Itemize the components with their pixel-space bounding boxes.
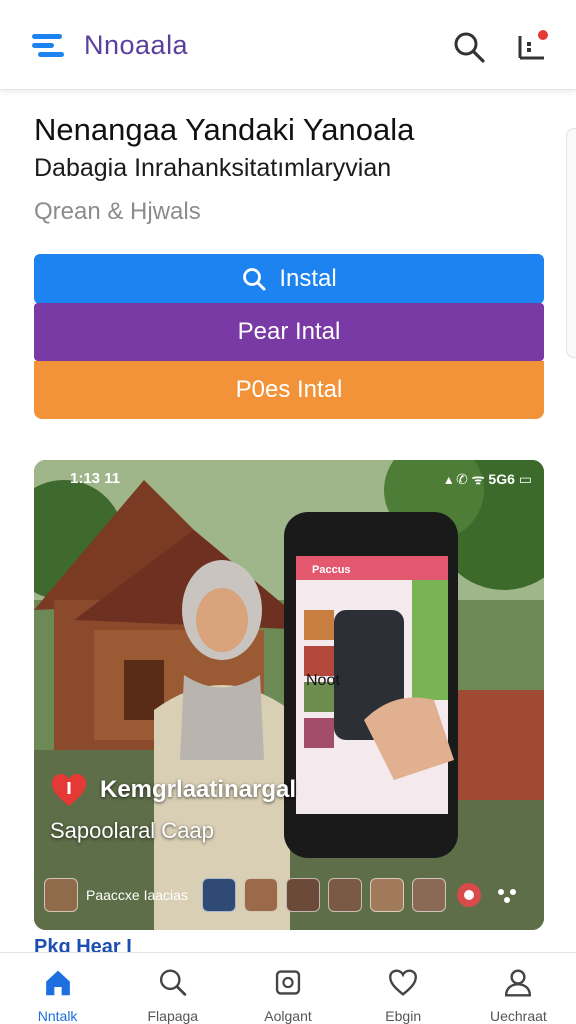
nav-item-search[interactable]: Flapaga [115, 953, 230, 1024]
profile-icon [505, 969, 532, 997]
nav-item-app[interactable]: Aolgant [230, 953, 345, 1024]
media-card[interactable]: 1:13 11 ▴ ✆ ᯤ 5G6 ▭ Paccus Noot Kemgrlaa… [34, 460, 544, 930]
nav-label: Flapaga [147, 1008, 199, 1024]
thumbnail[interactable] [369, 878, 404, 912]
phone-label: Noot [306, 672, 340, 689]
media-card-image [34, 460, 544, 930]
thumbnail-strip-label: Paaccxe Iaacias [86, 887, 188, 903]
pear-install-button[interactable]: Pear Intal [34, 303, 544, 361]
page-meta: Qrean & Hjwals [34, 198, 201, 225]
top-app-bar: Nnoaala [0, 0, 576, 90]
nav-item-home[interactable]: Nntalk [0, 953, 115, 1024]
hamburger-menu-icon[interactable] [30, 30, 66, 60]
thumbnail[interactable] [44, 878, 78, 912]
pear-install-button-label: Pear Intal [237, 318, 341, 345]
heart-badge-icon [52, 774, 86, 806]
nav-label: Aolgant [264, 1008, 312, 1024]
search-icon[interactable] [452, 30, 486, 64]
install-button[interactable]: Instal [34, 254, 544, 304]
thumbnail[interactable] [411, 878, 446, 912]
thumbnail[interactable] [243, 878, 278, 912]
thumbnail[interactable] [285, 878, 320, 912]
phone-banner-text: Paccus [312, 564, 351, 576]
nav-item-profile[interactable]: Uechraat [461, 953, 576, 1024]
side-panel-edge[interactable] [566, 128, 576, 358]
page-subtitle: Dabagia Inrahanksitatımlaryvian [34, 154, 392, 182]
nav-label: Ebgin [385, 1008, 422, 1024]
more-dots-icon[interactable] [492, 880, 522, 910]
nav-label: Nntalk [37, 1008, 78, 1024]
poes-install-button[interactable]: P0es Intal [34, 361, 544, 419]
home-icon [45, 970, 70, 996]
page-title: Nenangaa Yandaki Yanoala [34, 112, 415, 147]
bottom-nav: Nntalk Flapaga Aolgant Ebgin Uechraat [0, 952, 576, 1024]
record-icon[interactable] [454, 880, 484, 910]
search-icon [159, 969, 187, 996]
nav-label: Uechraat [490, 1008, 547, 1024]
heart-icon [389, 969, 418, 996]
notification-icon[interactable] [514, 28, 550, 64]
card-title: Kemgrlaatinargal [100, 776, 297, 803]
thumbnail-strip: Paaccxe Iaacias [44, 874, 534, 916]
thumbnail[interactable] [327, 878, 362, 912]
status-bar-time: 1:13 11 [70, 470, 121, 487]
card-subtitle: Sapoolaral Caap [50, 818, 214, 843]
thumbnail[interactable] [201, 878, 236, 912]
app-brand: Nnoaala [84, 30, 189, 60]
status-bar-icons: ▴ ✆ ᯤ 5G6 ▭ [445, 471, 532, 487]
install-button-label: Instal [279, 265, 337, 292]
search-icon [243, 268, 266, 291]
nav-item-favorites[interactable]: Ebgin [346, 953, 461, 1024]
poes-install-button-label: P0es Intal [235, 376, 343, 403]
square-app-icon [275, 970, 301, 995]
